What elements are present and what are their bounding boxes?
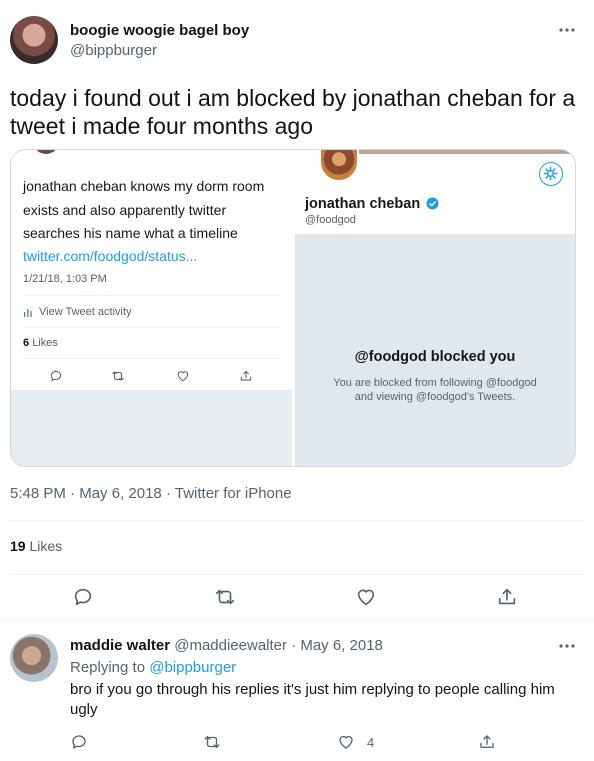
blocked-line-2: and viewing @foodgod's Tweets. xyxy=(354,391,516,403)
right-screenshot: jonathan cheban @foodgod @foodgod blocke… xyxy=(295,150,575,466)
share-icon xyxy=(480,735,494,748)
left-tweet-text: jonathan cheban knows my dorm room exist… xyxy=(23,178,265,241)
tweet-text: today i found out i am blocked by jonath… xyxy=(10,85,576,139)
reply-retweet-button[interactable] xyxy=(203,733,221,751)
author-avatar[interactable] xyxy=(10,16,58,64)
foodgod-handle: @foodgod xyxy=(305,214,356,226)
tweet-date[interactable]: May 6, 2018 xyxy=(79,485,162,502)
left-likes-label: Likes xyxy=(32,337,58,349)
left-screenshot: jonathan cheban knows my dorm room exist… xyxy=(11,150,292,466)
reply-like-button[interactable]: 4 xyxy=(337,733,374,751)
reply-header: maddie walter @maddieewalter · May 6, 20… xyxy=(70,637,383,654)
replying-to-handle[interactable]: @bippburger xyxy=(149,659,236,676)
like-button[interactable] xyxy=(355,586,377,608)
more-dots-icon[interactable] xyxy=(557,20,577,40)
heart-icon xyxy=(339,735,353,749)
tweet-meta: 5:48 PM · May 6, 2018 · Twitter for iPho… xyxy=(10,485,292,502)
reply-text: bro if you go through his replies it's j… xyxy=(70,681,555,718)
left-likes: 6 Likes xyxy=(23,337,58,349)
foodgod-name-text: jonathan cheban xyxy=(305,196,421,212)
left-tweet-link[interactable]: twitter.com/foodgod/status... xyxy=(23,246,197,266)
view-activity-link[interactable]: View Tweet activity xyxy=(39,306,132,318)
left-divider-3 xyxy=(23,358,283,359)
likes-label: Likes xyxy=(29,538,63,554)
retweet-icon xyxy=(215,589,235,605)
likes-count: 19 xyxy=(10,538,26,554)
likes-stat[interactable]: 19 Likes xyxy=(10,538,62,554)
foodgod-name: jonathan cheban xyxy=(305,196,439,212)
reply-share-button[interactable] xyxy=(478,733,496,751)
heart-icon xyxy=(357,589,375,606)
retweet-button[interactable] xyxy=(214,586,236,608)
left-share-icon xyxy=(239,369,253,383)
media-card[interactable]: jonathan cheban knows my dorm room exist… xyxy=(10,149,576,467)
tweet-time[interactable]: 5:48 PM xyxy=(10,485,66,502)
left-divider-2 xyxy=(23,327,283,328)
reply-icon xyxy=(74,588,92,606)
reply-avatar[interactable] xyxy=(10,634,58,682)
verified-badge-icon xyxy=(426,197,439,210)
divider-top-likes xyxy=(10,520,584,521)
author-handle[interactable]: @bippburger xyxy=(70,42,157,59)
author-name[interactable]: boogie woogie bagel boy xyxy=(70,22,249,39)
left-reply-icon xyxy=(49,369,63,383)
meta-sep-1: · xyxy=(70,485,76,502)
left-retweet-icon xyxy=(111,369,125,383)
reply-button[interactable] xyxy=(72,586,94,608)
blocked-title: @foodgod blocked you xyxy=(354,349,516,365)
reply-more-dots-icon[interactable] xyxy=(557,636,577,656)
settings-gear-icon xyxy=(539,162,563,186)
left-like-icon xyxy=(176,369,190,383)
meta-sep-2: · xyxy=(165,485,171,502)
tweet-source[interactable]: Twitter for iPhone xyxy=(175,485,292,502)
reply-sep: · xyxy=(291,637,297,654)
left-divider-1 xyxy=(23,295,283,296)
left-likes-count: 6 xyxy=(23,337,30,349)
reply-reply-button[interactable] xyxy=(70,733,88,751)
reply-date[interactable]: May 6, 2018 xyxy=(300,637,383,654)
divider-bottom-likes xyxy=(10,574,584,575)
right-banner-strip xyxy=(335,150,575,154)
replying-to: Replying to @bippburger xyxy=(70,659,236,676)
divider-before-reply xyxy=(0,620,594,621)
reply-author-name[interactable]: maddie walter xyxy=(70,637,170,654)
reply-icon xyxy=(72,735,86,749)
reply-author-handle[interactable]: @maddieewalter xyxy=(174,637,287,654)
share-icon xyxy=(498,588,516,605)
reply-like-count: 4 xyxy=(367,734,375,750)
replying-to-prefix: Replying to xyxy=(70,659,146,676)
left-timestamp: 1/21/18, 1:03 PM xyxy=(23,273,107,285)
blocked-line-1: You are blocked from following @foodgod xyxy=(333,377,537,389)
retweet-icon xyxy=(204,736,220,748)
share-button[interactable] xyxy=(496,586,518,608)
bar-chart-icon xyxy=(23,307,33,317)
